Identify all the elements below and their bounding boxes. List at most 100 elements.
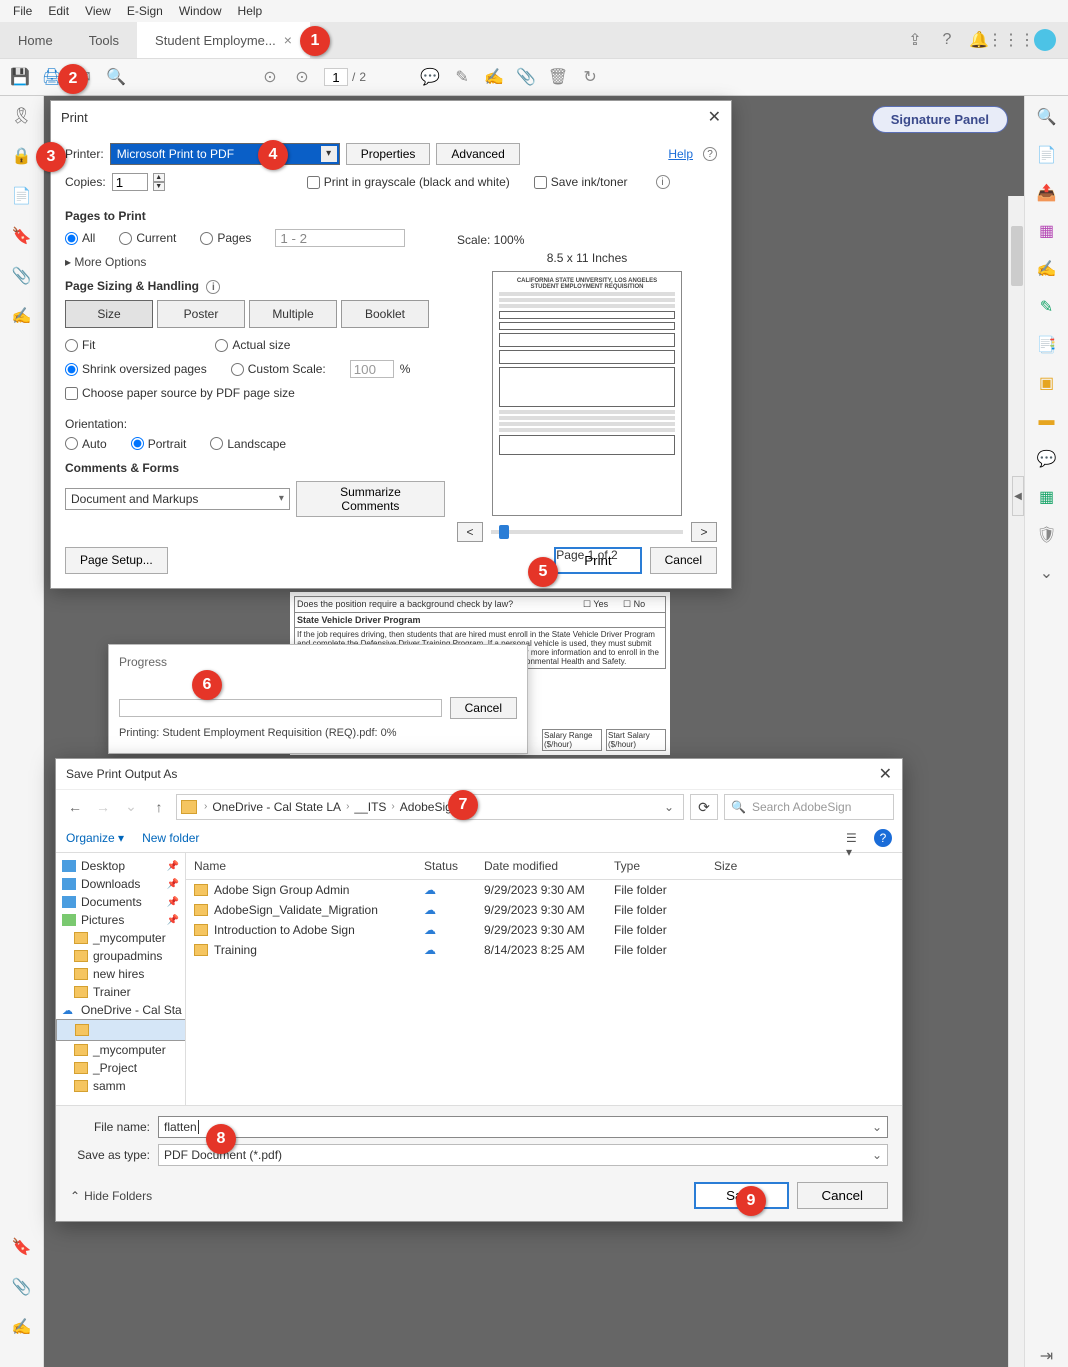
help-link[interactable]: Help: [668, 147, 693, 161]
tab-document[interactable]: Student Employme... ×: [137, 22, 310, 58]
sign-icon[interactable]: ✍: [484, 67, 504, 87]
shrink-radio[interactable]: Shrink oversized pages: [65, 362, 207, 376]
compress-icon[interactable]: ▣: [1036, 372, 1058, 394]
pages-range-radio[interactable]: Pages: [200, 231, 251, 245]
poster-button[interactable]: Poster: [157, 300, 245, 328]
edit-pdf-icon[interactable]: ▦: [1036, 220, 1058, 242]
search-input[interactable]: 🔍 Search AdobeSign: [724, 794, 894, 820]
choose-paper-checkbox[interactable]: Choose paper source by PDF page size: [65, 386, 295, 400]
rotate-icon[interactable]: ↻: [580, 67, 600, 87]
actual-size-radio[interactable]: Actual size: [215, 338, 290, 352]
copies-input[interactable]: [112, 173, 148, 191]
tab-tools[interactable]: Tools: [71, 22, 137, 58]
signature-panel-button[interactable]: Signature Panel: [872, 106, 1008, 133]
more-options-toggle[interactable]: ▸ More Options: [65, 255, 445, 269]
tree-item[interactable]: Trainer: [56, 983, 185, 1001]
custom-scale-input[interactable]: [350, 360, 394, 378]
tree-item[interactable]: Pictures📌: [56, 911, 185, 929]
lock-icon[interactable]: 🔒: [12, 146, 32, 166]
request-sign-icon[interactable]: ✍: [1036, 258, 1058, 280]
booklet-button[interactable]: Booklet: [341, 300, 429, 328]
printer-select[interactable]: Microsoft Print to PDF ▾: [110, 143, 340, 165]
organize-dropdown[interactable]: Organize ▾: [66, 831, 124, 845]
comments-select[interactable]: Document and Markups▾: [65, 488, 290, 510]
save-icon[interactable]: 💾: [10, 67, 30, 87]
progress-cancel-button[interactable]: Cancel: [450, 697, 517, 719]
comment-icon[interactable]: 💬: [420, 67, 440, 87]
chevron-down-icon[interactable]: ▾: [321, 146, 337, 162]
attachment2-icon[interactable]: 📎: [12, 1277, 32, 1297]
page-setup-button[interactable]: Page Setup...: [65, 547, 168, 574]
sign2-icon[interactable]: ✍: [12, 1317, 32, 1337]
expand-icon[interactable]: ⇥: [1036, 1345, 1058, 1367]
tree-item[interactable]: new hires: [56, 965, 185, 983]
sizing-info-icon[interactable]: i: [206, 280, 220, 294]
bookmark-icon[interactable]: 🔖: [12, 226, 32, 246]
tree-item[interactable]: _mycomputer: [56, 929, 185, 947]
tree-item[interactable]: _Project: [56, 1059, 185, 1077]
orientation-landscape-radio[interactable]: Landscape: [210, 437, 286, 451]
search-tool-icon[interactable]: 🔍: [1036, 106, 1058, 128]
page-down-icon[interactable]: ⊙: [292, 67, 312, 87]
scan-icon[interactable]: ▦: [1036, 486, 1058, 508]
file-list[interactable]: Name Status Date modified Type Size Adob…: [186, 853, 902, 1105]
bell-icon[interactable]: 🔔: [970, 31, 988, 49]
nav-up-icon[interactable]: ↑: [148, 796, 170, 818]
file-row[interactable]: Training ☁ 8/14/2023 8:25 AM File folder: [186, 940, 902, 960]
preview-prev-button[interactable]: <: [457, 522, 483, 542]
new-folder-button[interactable]: New folder: [142, 831, 199, 845]
hide-folders-toggle[interactable]: ⌃ Hide Folders: [70, 1189, 152, 1203]
bookmark2-icon[interactable]: 🔖: [12, 1237, 32, 1257]
save-cancel-button[interactable]: Cancel: [797, 1182, 889, 1209]
menu-edit[interactable]: Edit: [40, 2, 77, 20]
save-ink-checkbox[interactable]: Save ink/toner: [534, 175, 628, 189]
page-up-icon[interactable]: ⊙: [260, 67, 280, 87]
redact-icon[interactable]: ▬: [1036, 410, 1058, 432]
zoom-icon[interactable]: 🔍: [106, 67, 126, 87]
pages-icon[interactable]: 📄: [12, 186, 32, 206]
fit-radio[interactable]: Fit: [65, 338, 95, 352]
view-options-icon[interactable]: ☰ ▾: [846, 831, 864, 845]
save-type-select[interactable]: PDF Document (*.pdf)⌄: [158, 1144, 888, 1166]
refresh-button[interactable]: ⟳: [690, 794, 718, 820]
page-current-input[interactable]: [324, 68, 348, 86]
breadcrumb-dropdown-icon[interactable]: ⌄: [659, 800, 679, 814]
advanced-button[interactable]: Advanced: [436, 143, 519, 165]
menu-esign[interactable]: E-Sign: [119, 2, 171, 20]
apps-icon[interactable]: ⋮⋮⋮: [1002, 31, 1020, 49]
delete-icon[interactable]: 🗑: [548, 67, 568, 87]
file-name-input[interactable]: flatten⌄: [158, 1116, 888, 1138]
pages-all-radio[interactable]: All: [65, 231, 95, 245]
share-icon[interactable]: ⇪: [906, 31, 924, 49]
comment-tool-icon[interactable]: 💬: [1036, 448, 1058, 470]
preview-slider[interactable]: [491, 530, 683, 534]
preview-next-button[interactable]: >: [691, 522, 717, 542]
tab-home[interactable]: Home: [0, 22, 71, 58]
file-row[interactable]: Introduction to Adobe Sign ☁ 9/29/2023 9…: [186, 920, 902, 940]
create-pdf-icon[interactable]: 📄: [1036, 144, 1058, 166]
nav-recent-icon[interactable]: ⌄: [120, 796, 142, 818]
tree-item[interactable]: groupadmins: [56, 947, 185, 965]
highlight-icon[interactable]: ✎: [452, 67, 472, 87]
tree-item[interactable]: __ITS: [56, 1019, 186, 1041]
more-tools-icon[interactable]: ⌄: [1036, 562, 1058, 584]
tree-item[interactable]: Downloads📌: [56, 875, 185, 893]
file-row[interactable]: Adobe Sign Group Admin ☁ 9/29/2023 9:30 …: [186, 880, 902, 900]
summarize-comments-button[interactable]: Summarize Comments: [296, 481, 445, 517]
info-icon[interactable]: i: [656, 175, 670, 189]
multiple-button[interactable]: Multiple: [249, 300, 337, 328]
menu-view[interactable]: View: [77, 2, 119, 20]
close-tab-icon[interactable]: ×: [284, 32, 292, 48]
pages-current-radio[interactable]: Current: [119, 231, 176, 245]
nav-back-icon[interactable]: ←: [64, 796, 86, 818]
collapse-right-icon[interactable]: ◀: [1012, 476, 1024, 516]
avatar[interactable]: [1034, 29, 1056, 51]
menu-help[interactable]: Help: [230, 2, 271, 20]
menu-file[interactable]: File: [5, 2, 40, 20]
ribbon-icon[interactable]: 🎗: [12, 106, 32, 126]
attachment-icon[interactable]: 📎: [12, 266, 32, 286]
file-list-header[interactable]: Name Status Date modified Type Size: [186, 853, 902, 880]
orientation-auto-radio[interactable]: Auto: [65, 437, 107, 451]
protect-icon[interactable]: 🛡: [1036, 524, 1058, 546]
tree-item[interactable]: _mycomputer: [56, 1041, 185, 1059]
